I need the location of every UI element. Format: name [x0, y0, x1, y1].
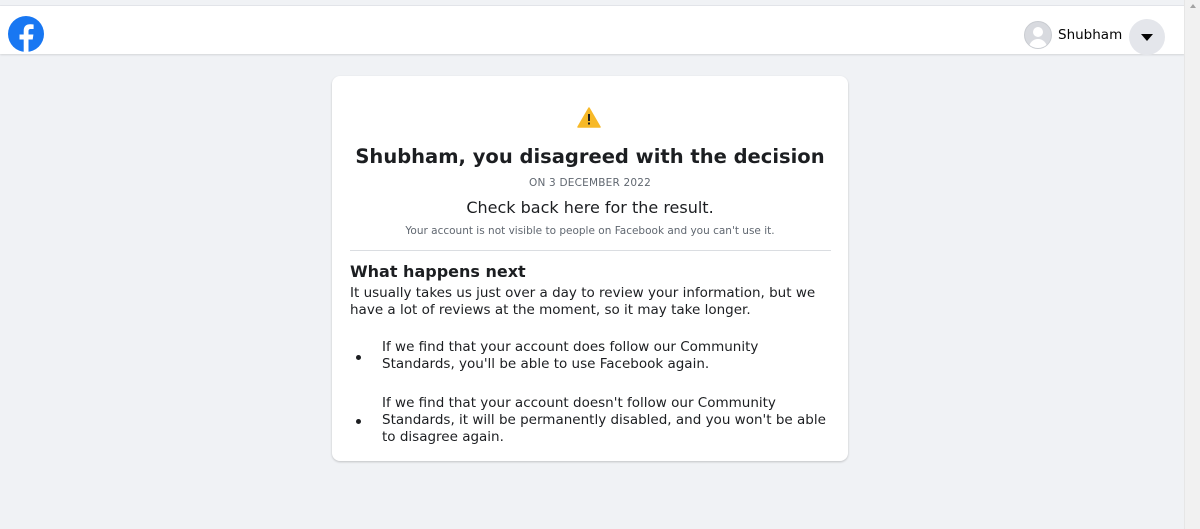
list-item: If we find that your account does follow…: [382, 339, 759, 372]
caret-down-icon: [1141, 33, 1153, 41]
divider: [350, 250, 831, 251]
decision-status-card: Shubham, you disagreed with the decision…: [332, 76, 848, 461]
warning-icon: [577, 107, 601, 128]
check-back-text: Check back here for the result.: [466, 198, 714, 217]
list-item: If we find that your account doesn't fol…: [382, 395, 826, 445]
profile-name: Shubham: [1058, 27, 1123, 43]
page-title: Shubham, you disagreed with the decision: [355, 145, 825, 168]
facebook-logo-icon[interactable]: [8, 16, 44, 52]
vertical-scrollbar[interactable]: [1184, 0, 1200, 529]
avatar-icon: [1024, 21, 1052, 49]
bullet-icon: [356, 419, 361, 424]
decision-date: ON 3 DECEMBER 2022: [528, 177, 651, 189]
what-happens-next-heading: What happens next: [350, 262, 526, 281]
top-navbar: Shubham: [0, 6, 1185, 55]
review-info-text: It usually takes us just over a day to r…: [350, 285, 816, 318]
bullet-icon: [356, 355, 361, 360]
profile-button[interactable]: Shubham: [1020, 17, 1132, 53]
account-menu-button[interactable]: [1129, 19, 1165, 55]
account-status-note: Your account is not visible to people on…: [405, 225, 775, 237]
scroll-up-arrow-icon[interactable]: [1190, 4, 1196, 8]
